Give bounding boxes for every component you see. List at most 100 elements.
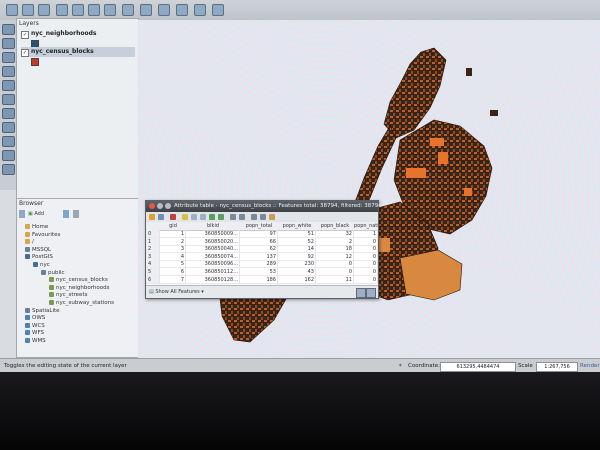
scale-field[interactable]: 1:267,756 bbox=[536, 362, 578, 372]
collapse-all-icon[interactable] bbox=[73, 210, 79, 218]
table-cell[interactable]: 7 bbox=[160, 275, 186, 284]
render-checkbox[interactable]: Render bbox=[580, 359, 600, 372]
row-header[interactable]: 6 bbox=[146, 275, 160, 284]
table-cell[interactable]: 186 bbox=[240, 275, 278, 284]
tree-item-label: nyc_census_blocks bbox=[56, 277, 108, 284]
delete-column-icon[interactable] bbox=[260, 214, 266, 220]
layer-symbol-swatch[interactable] bbox=[31, 58, 39, 66]
layer-item-nyc-census-blocks[interactable]: ✓ nyc_census_blocks bbox=[21, 47, 135, 57]
add-spatialite-layer-icon[interactable] bbox=[2, 66, 15, 77]
table-cell[interactable]: 360850128... bbox=[186, 275, 240, 284]
open-project-icon[interactable] bbox=[22, 4, 34, 16]
table-view-icon[interactable] bbox=[366, 288, 376, 298]
minimize-icon[interactable] bbox=[157, 203, 163, 209]
add-button[interactable]: ▣ Add bbox=[28, 210, 44, 218]
small-island bbox=[490, 110, 498, 116]
attribute-table-grid[interactable]: gid blkid popn_total popn_white popn_black po… bbox=[146, 222, 378, 284]
point-layer-icon bbox=[49, 300, 54, 305]
delete-features-icon[interactable] bbox=[170, 214, 176, 220]
census-block-highlight bbox=[438, 152, 448, 164]
refresh-icon[interactable] bbox=[19, 210, 25, 218]
small-island bbox=[466, 68, 472, 76]
add-oracle-layer-icon[interactable] bbox=[2, 94, 15, 105]
map-tips-icon[interactable] bbox=[212, 4, 224, 16]
table-cell[interactable]: 0 bbox=[354, 275, 378, 284]
browser-toolbar: ▣ Add bbox=[19, 210, 135, 219]
close-icon[interactable] bbox=[149, 203, 155, 209]
tree-item-label: Favourites bbox=[32, 231, 61, 238]
attribute-table-titlebar[interactable]: Attribute table - nyc_census_blocks :: F… bbox=[146, 201, 382, 212]
home-icon bbox=[25, 224, 30, 229]
globe-icon bbox=[25, 315, 30, 321]
save-project-icon[interactable] bbox=[38, 4, 50, 16]
pan-icon[interactable] bbox=[56, 4, 68, 16]
layer-item-nyc-neighborhoods[interactable]: ✓ nyc_neighborhoods bbox=[21, 29, 135, 39]
census-block-highlight bbox=[464, 188, 472, 196]
add-vector-layer-icon[interactable] bbox=[2, 24, 15, 35]
add-wfs-layer-icon[interactable] bbox=[2, 136, 15, 147]
tree-item-label: nyc_streets bbox=[56, 292, 88, 299]
form-view-icon[interactable] bbox=[356, 288, 366, 298]
select-icon[interactable] bbox=[176, 4, 188, 16]
new-shapefile-icon[interactable] bbox=[2, 164, 15, 175]
add-wcs-layer-icon[interactable] bbox=[2, 122, 15, 133]
add-raster-layer-icon[interactable] bbox=[2, 38, 15, 49]
tree-item-wms[interactable]: WMS bbox=[25, 337, 46, 345]
show-all-features-dropdown[interactable]: ▤ Show All Features ▾ bbox=[149, 288, 204, 296]
save-edits-icon[interactable] bbox=[158, 214, 164, 220]
refresh-icon[interactable] bbox=[140, 4, 152, 16]
identify-icon[interactable] bbox=[158, 4, 170, 16]
feather-icon bbox=[25, 307, 30, 313]
tree-item-label: nyc_subway_stations bbox=[56, 300, 115, 306]
monitor-bezel bbox=[0, 372, 600, 450]
layer-name: nyc_census_blocks bbox=[31, 48, 94, 55]
copy-rows-icon[interactable] bbox=[230, 214, 236, 220]
add-wms-layer-icon[interactable] bbox=[2, 108, 15, 119]
schema-icon bbox=[41, 269, 46, 275]
zoom-to-selected-icon[interactable] bbox=[218, 214, 224, 220]
table-cell[interactable]: 162 bbox=[278, 275, 316, 284]
database-icon bbox=[25, 246, 30, 252]
add-postgis-layer-icon[interactable] bbox=[2, 52, 15, 63]
filter-icon: ▤ bbox=[149, 289, 154, 295]
filter-icon[interactable] bbox=[63, 210, 69, 218]
layers-panel-title: Layers bbox=[19, 20, 39, 27]
connection-icon bbox=[33, 262, 38, 267]
invert-selection-icon[interactable] bbox=[191, 214, 197, 220]
field-calculator-icon[interactable] bbox=[269, 214, 275, 220]
elephant-icon bbox=[25, 254, 30, 260]
layer-visibility-checkbox[interactable]: ✓ bbox=[21, 49, 29, 57]
measure-icon[interactable] bbox=[194, 4, 206, 16]
tree-item-label: PostGIS bbox=[32, 254, 53, 261]
tree-item-label: nyc bbox=[40, 262, 50, 268]
paste-features-icon[interactable] bbox=[239, 214, 245, 220]
maximize-icon[interactable] bbox=[165, 203, 171, 209]
zoom-full-icon[interactable] bbox=[104, 4, 116, 16]
table-cell[interactable]: 11 bbox=[316, 275, 354, 284]
coordinate-field[interactable]: 613295,4484474 bbox=[440, 362, 516, 372]
layer-visibility-checkbox[interactable]: ✓ bbox=[21, 31, 29, 39]
status-bar: Toggles the editing state of the current… bbox=[0, 358, 600, 372]
jamaica-bay-area bbox=[399, 249, 463, 301]
zoom-in-icon[interactable] bbox=[72, 4, 84, 16]
tree-item-label: / bbox=[32, 239, 34, 246]
pan-to-selected-icon[interactable] bbox=[209, 214, 215, 220]
toggle-editing-icon[interactable] bbox=[149, 214, 155, 220]
browser-panel-title: Browser bbox=[19, 200, 44, 207]
add-mssql-layer-icon[interactable] bbox=[2, 80, 15, 91]
new-project-icon[interactable] bbox=[6, 4, 18, 16]
new-column-icon[interactable] bbox=[251, 214, 257, 220]
tree-item-label: Home bbox=[32, 224, 49, 230]
move-selection-to-top-icon[interactable] bbox=[200, 214, 206, 220]
coordinate-toggle-icon[interactable]: ✦ bbox=[398, 359, 403, 372]
zoom-layer-icon[interactable] bbox=[122, 4, 134, 16]
map-canvas[interactable] bbox=[138, 20, 600, 358]
globe-icon bbox=[25, 330, 30, 336]
select-by-expression-icon[interactable] bbox=[182, 214, 188, 220]
attribute-table-window[interactable]: Attribute table - nyc_census_blocks :: F… bbox=[145, 200, 382, 299]
nyc-census-blocks-map bbox=[217, 47, 498, 343]
globe-icon bbox=[25, 322, 30, 328]
status-message: Toggles the editing state of the current… bbox=[4, 363, 127, 369]
zoom-out-icon[interactable] bbox=[88, 4, 100, 16]
add-delimited-text-icon[interactable] bbox=[2, 150, 15, 161]
